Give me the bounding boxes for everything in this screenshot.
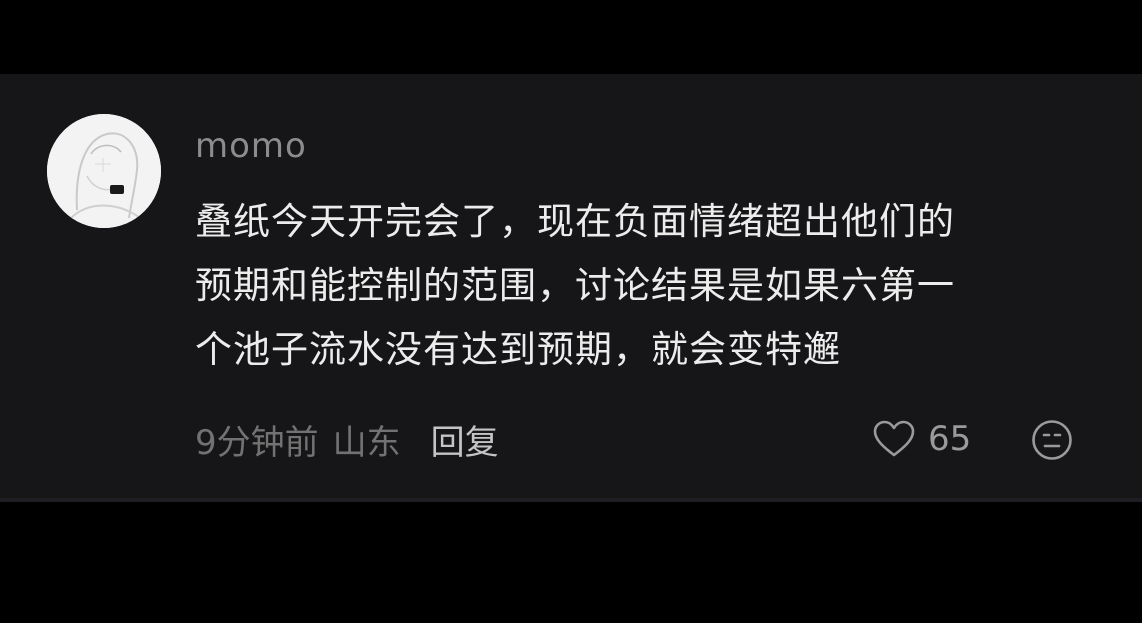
comment-meta: 9分钟前 山东 回复 <box>195 414 499 464</box>
comment-location: 山东 <box>332 422 401 463</box>
comment-time: 9分钟前 <box>195 422 319 463</box>
avatar[interactable] <box>47 114 161 228</box>
reply-button[interactable]: 回复 <box>431 415 499 464</box>
comment-line-1: 叠纸今天开完会了，现在负面情绪超出他们的 <box>195 200 955 243</box>
neutral-face-icon[interactable] <box>1030 418 1074 462</box>
like-count: 65 <box>928 419 972 459</box>
comment-text: 叠纸今天开完会了，现在负面情绪超出他们的 预期和能控制的范围，讨论结果是如果六第… <box>195 190 1095 382</box>
heart-outline-icon[interactable] <box>872 419 916 459</box>
comment-line-2: 预期和能控制的范围，讨论结果是如果六第一 <box>195 264 955 307</box>
username[interactable]: momo <box>195 124 307 168</box>
card-divider <box>0 498 1142 502</box>
comment-line-3: 个池子流水没有达到预期，就会变特邂 <box>195 328 841 371</box>
like-button[interactable]: 65 <box>872 414 971 464</box>
